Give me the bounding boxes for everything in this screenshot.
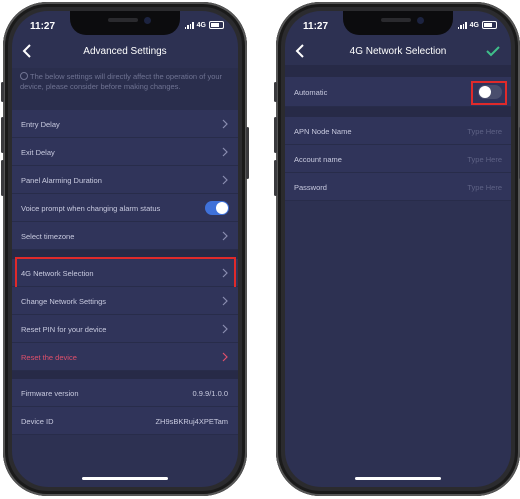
volume-down-button <box>274 160 277 196</box>
field-placeholder: Type Here <box>467 155 502 164</box>
field-label: Password <box>294 183 327 192</box>
battery-icon <box>209 21 224 29</box>
left-phone-frame: 11:27 4G Advanced Settings The below set… <box>1 2 249 496</box>
signal-icon <box>184 21 194 29</box>
power-button <box>246 127 249 179</box>
row-label: Voice prompt when changing alarm status <box>21 204 161 213</box>
setting-row-reset-pin[interactable]: Reset PIN for your device <box>12 315 238 343</box>
setting-row-reset-device[interactable]: Reset the device <box>12 343 238 371</box>
section-divider <box>285 107 511 117</box>
page-title: 4G Network Selection <box>349 46 447 57</box>
chevron-right-icon <box>222 147 228 157</box>
volume-up-button <box>1 117 4 153</box>
highlight-box <box>471 81 507 105</box>
setting-row-change-network[interactable]: Change Network Settings <box>12 287 238 315</box>
field-placeholder: Type Here <box>467 183 502 192</box>
status-time: 11:27 <box>30 21 56 32</box>
highlight-box <box>15 257 236 289</box>
field-label: Account name <box>294 155 342 164</box>
setting-row-exit-delay[interactable]: Exit Delay <box>12 138 238 166</box>
notch <box>343 11 453 35</box>
voice-prompt-toggle[interactable] <box>205 201 229 215</box>
row-label: Device ID <box>21 417 54 426</box>
chevron-right-icon <box>222 296 228 306</box>
checkmark-icon[interactable] <box>485 44 501 58</box>
notice-text: The below settings will directly affect … <box>20 72 223 91</box>
network-label: 4G <box>196 21 206 29</box>
battery-icon <box>482 21 497 29</box>
home-indicator <box>82 477 168 480</box>
password-field[interactable]: Password Type Here <box>285 173 511 201</box>
chevron-right-icon <box>222 352 228 362</box>
info-row-device-id: Device ID ZH9sBKRuj4XPETam <box>12 407 238 435</box>
row-label: Reset PIN for your device <box>21 325 107 334</box>
network-label: 4G <box>469 21 479 29</box>
mute-switch <box>1 82 4 102</box>
notch <box>70 11 180 35</box>
network-selection-screen: 11:27 4G 4G Network Selection Automatic … <box>285 11 511 487</box>
field-placeholder: Type Here <box>467 127 502 136</box>
setting-row-select-timezone[interactable]: Select timezone <box>12 222 238 250</box>
row-label: Reset the device <box>21 353 77 362</box>
setting-row-panel-alarming-duration[interactable]: Panel Alarming Duration <box>12 166 238 194</box>
info-row-firmware: Firmware version 0.9.9/1.0.0 <box>12 379 238 407</box>
chevron-right-icon <box>222 119 228 129</box>
nav-bar: Advanced Settings <box>12 39 238 65</box>
right-phone-frame: 11:27 4G 4G Network Selection Automatic … <box>274 2 520 496</box>
chevron-right-icon <box>222 324 228 334</box>
volume-up-button <box>274 117 277 153</box>
firmware-value: 0.9.9/1.0.0 <box>192 389 228 398</box>
row-label: Entry Delay <box>21 120 60 129</box>
section-divider <box>12 371 238 379</box>
advanced-settings-screen: 11:27 4G Advanced Settings The below set… <box>12 11 238 487</box>
info-icon <box>20 72 28 80</box>
row-label: Firmware version <box>21 389 79 398</box>
setting-row-voice-prompt: Voice prompt when changing alarm status <box>12 194 238 222</box>
device-id-value: ZH9sBKRuj4XPETam <box>155 417 228 426</box>
signal-icon <box>457 21 467 29</box>
row-label: Change Network Settings <box>21 297 107 306</box>
account-name-field[interactable]: Account name Type Here <box>285 145 511 173</box>
status-time: 11:27 <box>303 21 329 32</box>
row-label: Automatic <box>294 88 328 97</box>
field-label: APN Node Name <box>294 127 352 136</box>
setting-row-entry-delay[interactable]: Entry Delay <box>12 110 238 138</box>
page-title: Advanced Settings <box>83 46 167 57</box>
chevron-right-icon <box>222 175 228 185</box>
mute-switch <box>274 82 277 102</box>
chevron-right-icon <box>222 231 228 241</box>
home-indicator <box>355 477 441 480</box>
nav-bar: 4G Network Selection <box>285 39 511 65</box>
apn-node-name-field[interactable]: APN Node Name Type Here <box>285 117 511 145</box>
row-label: Panel Alarming Duration <box>21 176 102 185</box>
volume-down-button <box>1 160 4 196</box>
section-divider <box>285 65 511 77</box>
row-label: Select timezone <box>21 232 75 241</box>
warning-notice: The below settings will directly affect … <box>12 68 238 110</box>
row-label: Exit Delay <box>21 148 55 157</box>
